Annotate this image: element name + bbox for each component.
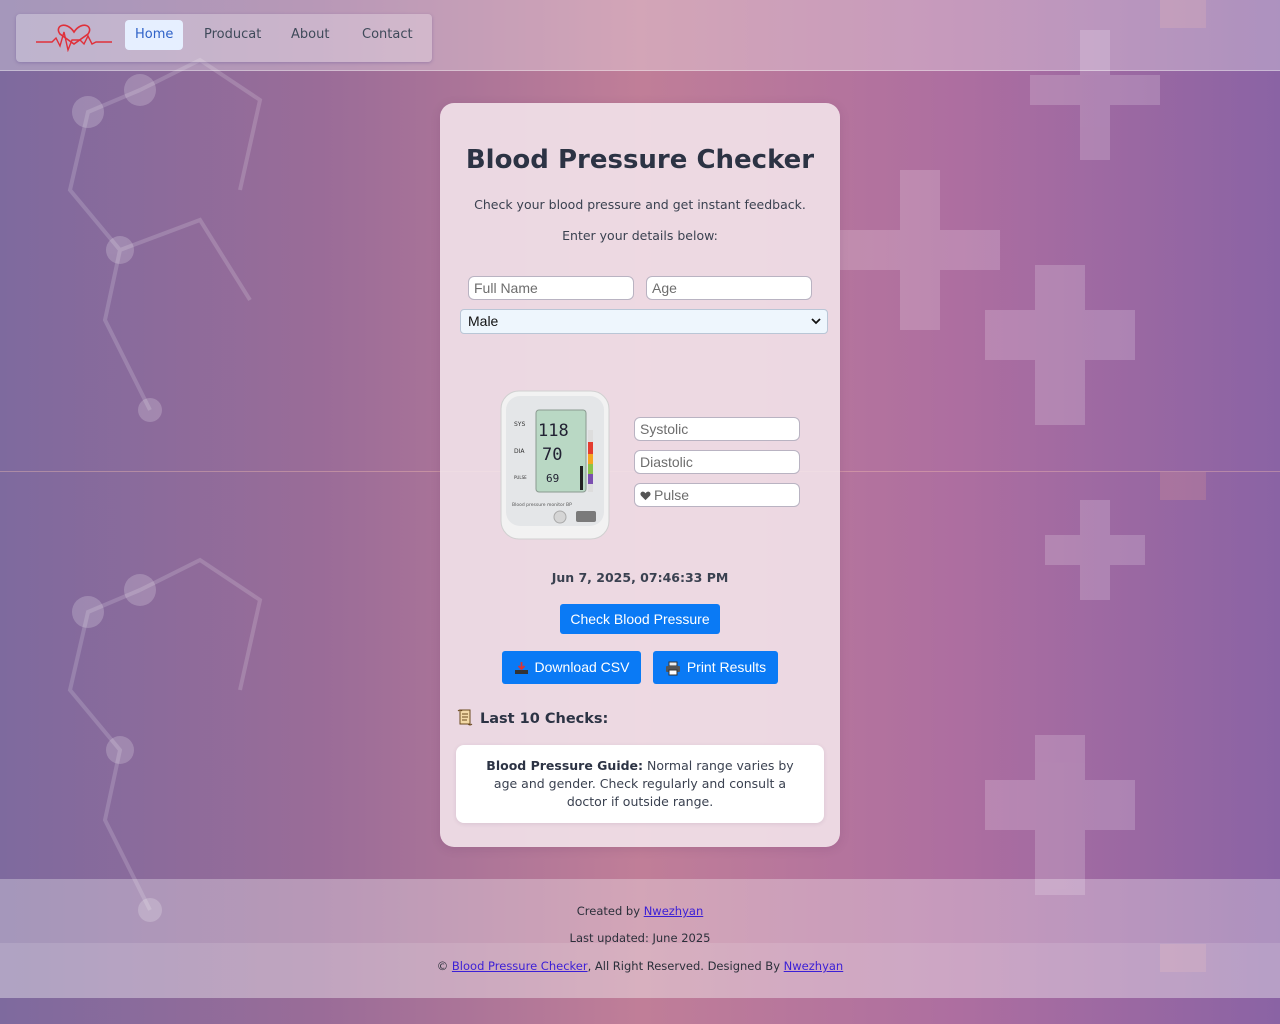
author-link[interactable]: Nwezhyan bbox=[644, 904, 704, 918]
subtitle: Check your blood pressure and get instan… bbox=[474, 197, 806, 212]
bp-monitor-image: SYS DIA PULSE 118 70 69 Blood pressure m… bbox=[500, 390, 610, 540]
device-caption: Blood pressure monitor BP bbox=[512, 502, 572, 508]
check-blood-pressure-button[interactable]: Check Blood Pressure bbox=[560, 604, 720, 634]
device-pulse-value: 69 bbox=[546, 472, 559, 485]
nav-container: Home Producat About Contact bbox=[16, 14, 432, 62]
download-icon bbox=[514, 662, 528, 675]
device-dia-value: 70 bbox=[542, 445, 562, 465]
site-link[interactable]: Blood Pressure Checker bbox=[452, 959, 588, 973]
footer-created-by: Created by Nwezhyan bbox=[0, 904, 1280, 918]
designer-link[interactable]: Nwezhyan bbox=[784, 959, 844, 973]
age-input[interactable]: Age bbox=[646, 276, 812, 300]
last-checks-heading: Last 10 Checks: bbox=[456, 708, 608, 727]
last-checks-title: Last 10 Checks: bbox=[480, 711, 609, 727]
device-sys-value: 118 bbox=[538, 421, 569, 441]
scroll-icon bbox=[457, 709, 473, 726]
nav-home[interactable]: Home bbox=[125, 20, 184, 50]
pulse-placeholder: Pulse bbox=[654, 487, 690, 503]
copyright-text: , All Right Reserved. Designed By bbox=[587, 959, 784, 973]
footer-last-updated: Last updated: June 2025 bbox=[569, 931, 711, 945]
current-timestamp: Jun 7, 2025, 07:46:33 PM bbox=[551, 570, 729, 585]
full-name-input[interactable]: Full Name bbox=[468, 276, 634, 300]
pulse-input[interactable]: Pulse bbox=[634, 483, 800, 507]
nav-contact[interactable]: Contact bbox=[352, 20, 423, 50]
print-results-label: Print Results bbox=[686, 659, 767, 675]
created-by-text: Created by bbox=[576, 904, 644, 918]
page-title: Blood Pressure Checker bbox=[465, 145, 815, 175]
device-sys-label: SYS bbox=[514, 421, 525, 428]
guide-label: Blood Pressure Guide: bbox=[486, 758, 644, 773]
copyright-symbol: © bbox=[436, 959, 452, 973]
heart-icon bbox=[640, 491, 651, 501]
nav-product[interactable]: Producat bbox=[194, 20, 271, 50]
bp-checker-card: Blood Pressure Checker Check your blood … bbox=[440, 103, 840, 847]
device-pulse-label: PULSE bbox=[514, 475, 527, 480]
footer: Created by Nwezhyan Last updated: June 2… bbox=[0, 879, 1280, 998]
footer-copyright: © Blood Pressure Checker, All Right Rese… bbox=[0, 959, 1280, 973]
download-csv-label: Download CSV bbox=[534, 659, 630, 675]
heartbeat-logo-icon[interactable] bbox=[36, 16, 112, 52]
gender-select-value: Male bbox=[468, 313, 499, 329]
nav-about[interactable]: About bbox=[281, 20, 339, 50]
instructions: Enter your details below: bbox=[562, 228, 718, 243]
download-csv-button[interactable]: Download CSV bbox=[502, 651, 641, 684]
device-dia-label: DIA bbox=[514, 448, 525, 455]
chevron-down-icon bbox=[811, 318, 821, 325]
diastolic-input[interactable]: Diastolic bbox=[634, 450, 800, 474]
gender-select[interactable]: Male bbox=[460, 309, 828, 334]
printer-icon bbox=[665, 661, 680, 676]
top-navbar: Home Producat About Contact bbox=[0, 0, 1280, 71]
systolic-input[interactable]: Systolic bbox=[634, 417, 800, 441]
bp-guide-box: Blood Pressure Guide: Normal range varie… bbox=[456, 745, 824, 823]
print-results-button[interactable]: Print Results bbox=[653, 651, 778, 684]
